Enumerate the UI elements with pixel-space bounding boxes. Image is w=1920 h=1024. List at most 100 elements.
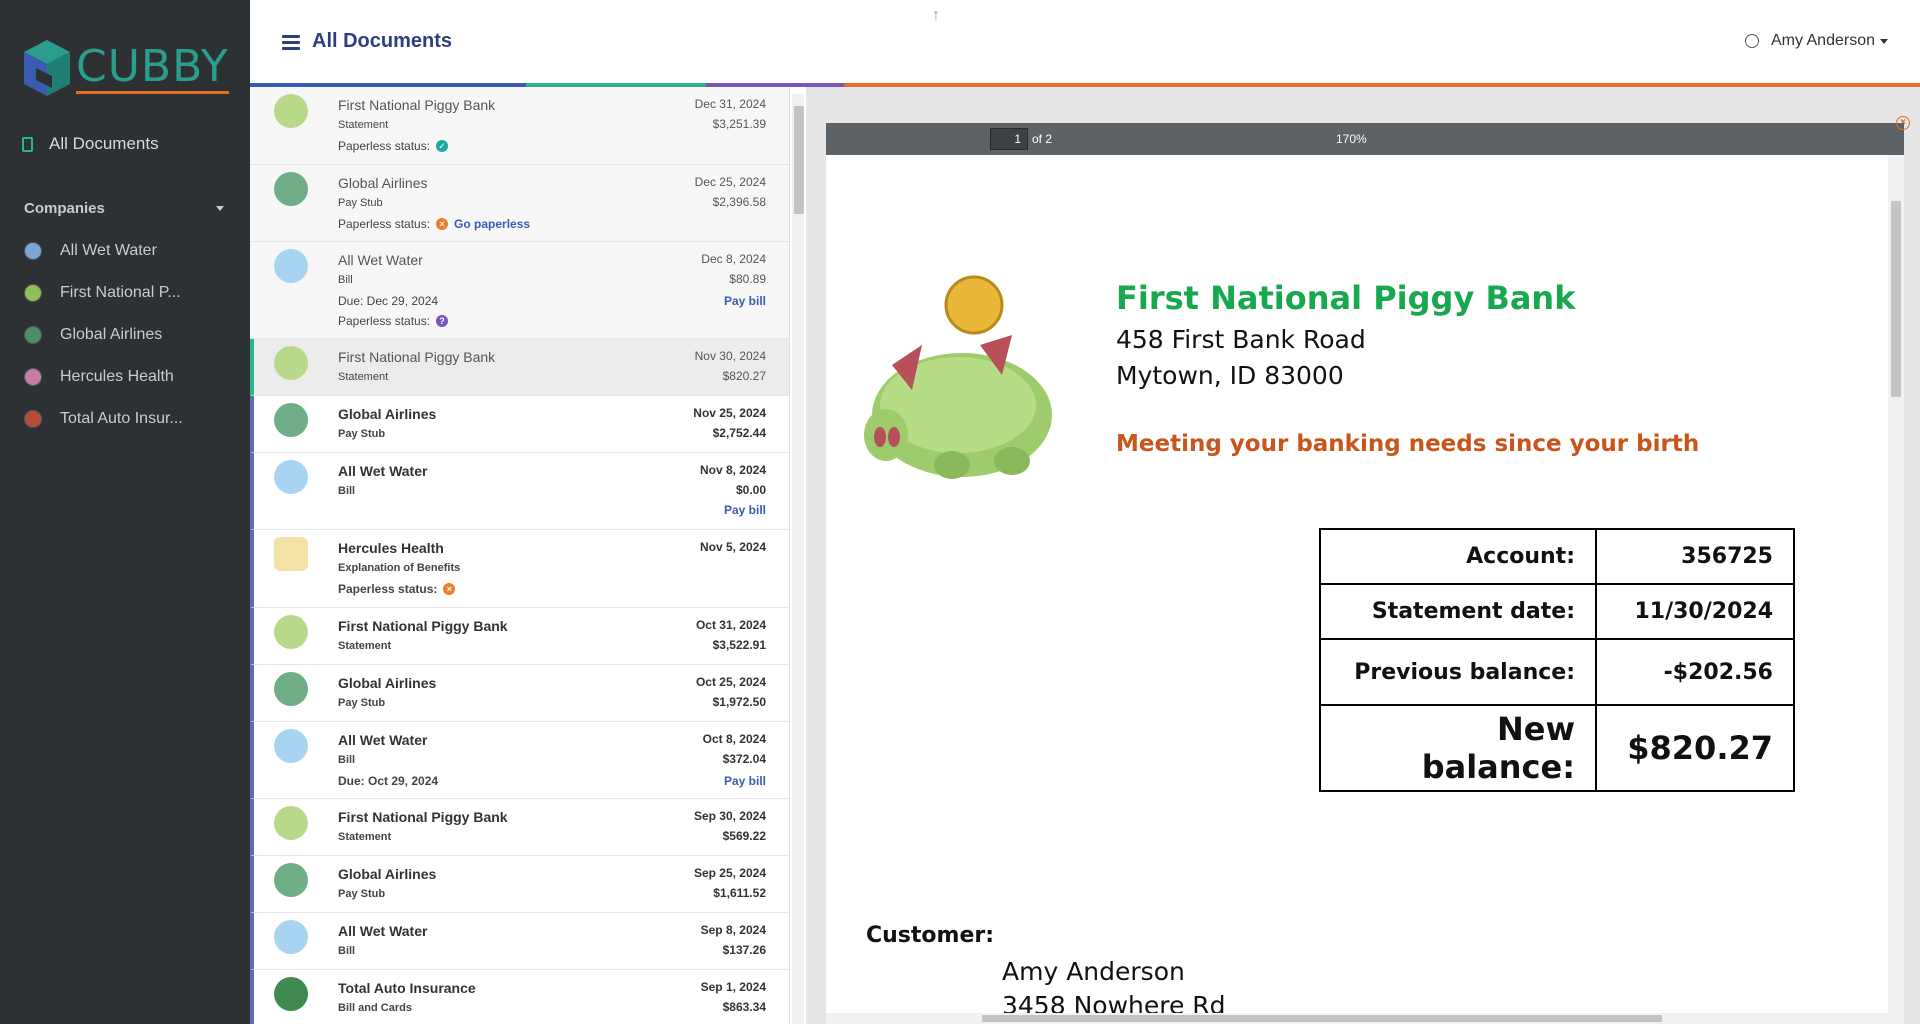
piggy-bank-logo-icon <box>864 275 1052 479</box>
list-item[interactable]: Total Auto Insurance Bill and Cards Sep … <box>250 970 789 1024</box>
zoom-out-icon[interactable]: ⊖ <box>1268 8 1281 24</box>
header: All Documents Amy Anderson <box>250 0 1920 84</box>
piggy-bank-icon <box>24 284 42 302</box>
list-item[interactable]: Global Airlines Pay Stub Nov 25, 2024 $2… <box>250 396 789 453</box>
sidebar-item-all-wet-water[interactable]: All Wet Water <box>24 242 157 260</box>
zoom-in-icon[interactable]: ⊕ <box>1300 8 1313 24</box>
page-number-input[interactable]: 1 <box>990 128 1028 150</box>
piggy-bank-icon <box>274 346 308 380</box>
more-options-icon[interactable]: ⋮ <box>1880 8 1896 24</box>
doc-type: Bill and Cards <box>338 1002 412 1014</box>
arrow-down-icon[interactable]: ↓ <box>962 8 970 24</box>
doc-amount: $3,522.91 <box>712 638 766 652</box>
paperless-status: Paperless status: × <box>338 582 456 596</box>
list-item[interactable]: All Wet Water Bill Dec 8, 2024 $80.89 Du… <box>250 242 789 339</box>
doc-company: First National Piggy Bank <box>338 618 508 634</box>
document-list: First National Piggy Bank Statement Dec … <box>250 87 790 1024</box>
arrow-up-icon[interactable]: ↑ <box>932 8 940 24</box>
doc-date: Dec 31, 2024 <box>694 97 766 111</box>
sidebar-item-label: First National P... <box>60 284 181 301</box>
due-date: Due: Oct 29, 2024 <box>338 774 439 788</box>
doc-company: Global Airlines <box>338 406 437 422</box>
bank-address-line2: Mytown, ID 83000 <box>1116 361 1344 390</box>
doc-type: Explanation of Benefits <box>338 562 461 574</box>
sidebar-item-label: Hercules Health <box>60 368 174 385</box>
companies-toggle[interactable]: Companies <box>24 200 224 217</box>
bank-address-line1: 458 First Bank Road <box>1116 325 1366 354</box>
sidebar-toggle-icon[interactable]: ☰ <box>834 8 848 24</box>
fullscreen-icon[interactable]: ⤢ <box>1768 8 1781 24</box>
check-circle-icon: ✓ <box>436 140 449 152</box>
user-menu[interactable]: Amy Anderson <box>1744 32 1888 50</box>
doc-amount: $1,611.52 <box>713 886 766 900</box>
bank-tagline: Meeting your banking needs since your bi… <box>1116 431 1700 457</box>
zoom-select[interactable]: 170% <box>1336 132 1367 146</box>
doc-type: Bill <box>338 754 356 766</box>
doc-date: Nov 25, 2024 <box>693 406 766 420</box>
sidebar-item-total-auto[interactable]: Total Auto Insur... <box>24 410 183 428</box>
user-name: Amy Anderson <box>1770 32 1875 49</box>
list-item[interactable]: Hercules Health Explanation of Benefits … <box>250 530 789 608</box>
doc-company: All Wet Water <box>338 923 428 939</box>
nav-all-documents[interactable]: All Documents <box>22 134 159 154</box>
list-scrollbar[interactable] <box>792 94 804 1024</box>
doc-company: Global Airlines <box>338 866 437 882</box>
doc-date: Nov 30, 2024 <box>694 349 766 363</box>
globe-icon <box>274 863 308 897</box>
doc-date: Nov 8, 2024 <box>699 463 766 477</box>
doc-company: Hercules Health <box>338 540 444 556</box>
hamburger-menu-icon[interactable] <box>282 35 300 53</box>
go-paperless-link[interactable]: Go paperless <box>454 217 530 231</box>
doc-company: All Wet Water <box>338 463 428 479</box>
list-item-selected[interactable]: First National Piggy Bank Statement Nov … <box>250 339 789 396</box>
list-item[interactable]: Global Airlines Pay Stub Dec 25, 2024 $2… <box>250 165 789 242</box>
sidebar-item-label: Global Airlines <box>60 326 163 343</box>
search-icon[interactable]: ⌕ <box>898 8 907 24</box>
table-row: New balance: $820.27 <box>1319 704 1795 792</box>
table-row: Previous balance: -$202.56 <box>1319 638 1795 706</box>
pdf-horizontal-scrollbar[interactable] <box>826 1013 1904 1024</box>
list-item[interactable]: Global Airlines Pay Stub Sep 25, 2024 $1… <box>250 856 789 913</box>
list-item[interactable]: All Wet Water Bill Sep 8, 2024 $137.26 <box>250 913 789 970</box>
doc-date: Sep 8, 2024 <box>700 923 766 937</box>
pdf-vertical-scrollbar[interactable] <box>1888 155 1904 1013</box>
doc-type: Pay Stub <box>338 888 386 900</box>
close-icon[interactable]: × <box>1896 116 1910 130</box>
bank-name: First National Piggy Bank <box>1116 279 1576 317</box>
user-circle-icon <box>1744 34 1759 48</box>
sidebar-item-first-national[interactable]: First National P... <box>24 284 181 302</box>
doc-type: Statement <box>338 371 389 383</box>
list-item[interactable]: All Wet Water Bill Oct 8, 2024 $372.04 D… <box>250 722 789 799</box>
question-circle-icon: ? <box>436 315 449 327</box>
select-arrows-icon: ⇕ <box>1452 9 1463 23</box>
cubby-logo[interactable]: CUBBY <box>22 38 229 100</box>
sidebar: CUBBY All Documents Companies All Wet Wa… <box>0 0 250 1024</box>
doc-type: Pay Stub <box>338 428 386 440</box>
shield-icon <box>24 368 42 386</box>
pay-bill-link[interactable]: Pay bill <box>724 774 766 788</box>
paperless-status: Paperless status: × Go paperless <box>338 217 531 231</box>
doc-date: Sep 1, 2024 <box>700 980 766 994</box>
pay-bill-link[interactable]: Pay bill <box>724 503 766 517</box>
pay-bill-link[interactable]: Pay bill <box>724 294 766 308</box>
sidebar-item-hercules-health[interactable]: Hercules Health <box>24 368 174 386</box>
doc-amount: $820.27 <box>722 369 766 383</box>
sidebar-item-label: All Wet Water <box>60 242 157 259</box>
doc-company: First National Piggy Bank <box>338 97 496 113</box>
nav-all-documents-label: All Documents <box>49 134 159 153</box>
list-item[interactable]: First National Piggy Bank Statement Sep … <box>250 799 789 856</box>
doc-amount: $2,752.44 <box>712 426 766 440</box>
doc-date: Oct 31, 2024 <box>695 618 766 632</box>
print-icon[interactable]: ⎙ <box>1802 8 1815 24</box>
doc-date: Dec 25, 2024 <box>694 175 766 189</box>
list-item[interactable]: Global Airlines Pay Stub Oct 25, 2024 $1… <box>250 665 789 722</box>
water-drop-icon <box>274 460 308 494</box>
download-icon[interactable]: ⤓ <box>1836 8 1843 24</box>
list-item[interactable]: All Wet Water Bill Nov 8, 2024 $0.00 Pay… <box>250 453 789 530</box>
page-total: of 2 <box>1032 132 1053 146</box>
sidebar-item-global-airlines[interactable]: Global Airlines <box>24 326 162 344</box>
list-item[interactable]: First National Piggy Bank Statement Oct … <box>250 608 789 665</box>
doc-type: Bill <box>338 945 356 957</box>
list-item[interactable]: First National Piggy Bank Statement Dec … <box>250 87 789 165</box>
doc-type: Pay Stub <box>338 197 383 209</box>
